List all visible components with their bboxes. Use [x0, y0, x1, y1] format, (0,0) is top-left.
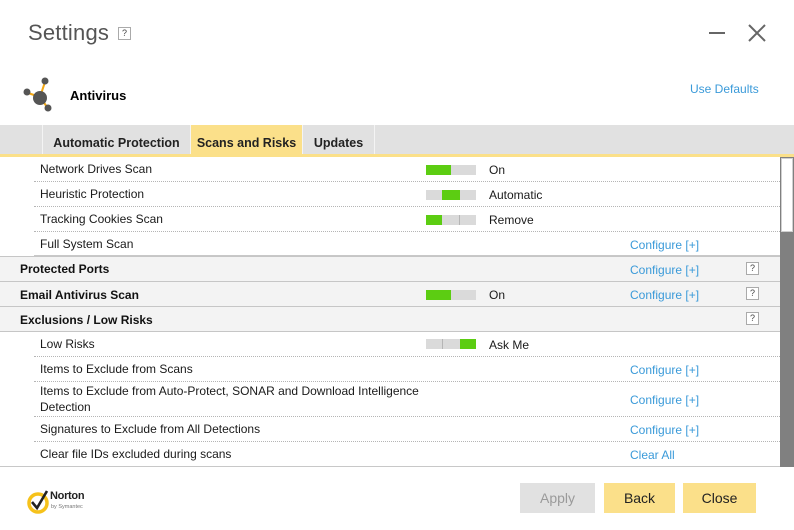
close-window-button[interactable]: [746, 22, 768, 44]
settings-list: Network Drives Scan On Heuristic Protect…: [0, 157, 780, 467]
section-label: Email Antivirus Scan: [20, 288, 139, 302]
tab-scans-and-risks[interactable]: Scans and Risks: [190, 125, 302, 154]
full-system-scan-configure-link[interactable]: Configure [+]: [630, 237, 699, 253]
low-risks-toggle[interactable]: [426, 339, 476, 349]
setting-row-tracking-cookies-scan: Tracking Cookies Scan Remove: [0, 207, 780, 232]
settings-help-button[interactable]: ?: [118, 27, 131, 40]
toggle-tick: [442, 339, 443, 349]
setting-row-items-exclude-scans: Items to Exclude from Scans Configure [+…: [0, 357, 780, 382]
setting-label: Signatures to Exclude from All Detection…: [40, 422, 261, 436]
close-icon: [748, 24, 766, 42]
norton-logo: Norton by Symantec: [27, 487, 107, 515]
toggle-tick: [459, 215, 460, 225]
setting-label: Items to Exclude from Scans: [40, 362, 193, 376]
email-antivirus-scan-toggle[interactable]: [426, 290, 476, 300]
exclusions-help-button[interactable]: ?: [746, 312, 759, 325]
tracking-cookies-scan-toggle[interactable]: [426, 215, 476, 225]
toggle-fill: [442, 190, 460, 200]
setting-label: Full System Scan: [40, 237, 134, 251]
norton-brand: Norton: [50, 490, 85, 502]
setting-label: Low Risks: [40, 337, 95, 351]
section-row-protected-ports: Protected Ports Configure [+] ?: [0, 256, 780, 281]
items-exclude-scans-configure-link[interactable]: Configure [+]: [630, 362, 699, 378]
setting-label: Clear file IDs excluded during scans: [40, 447, 232, 461]
setting-row-signatures-exclude: Signatures to Exclude from All Detection…: [0, 417, 780, 442]
network-drives-scan-toggle[interactable]: [426, 165, 476, 175]
norton-brand-sub: by Symantec: [51, 504, 83, 510]
setting-row-clear-file-ids: Clear file IDs excluded during scans Cle…: [0, 442, 780, 467]
setting-label: Network Drives Scan: [40, 162, 153, 176]
setting-state: On: [489, 163, 506, 177]
toggle-fill: [460, 339, 476, 349]
setting-label: Items to Exclude from Auto-Protect, SONA…: [40, 384, 419, 414]
clear-all-link[interactable]: Clear All: [630, 447, 675, 463]
window-title: Settings: [28, 20, 110, 45]
setting-state: Remove: [489, 213, 534, 227]
signatures-exclude-configure-link[interactable]: Configure [+]: [630, 422, 699, 438]
tab-bar: Automatic Protection Scans and Risks Upd…: [0, 125, 794, 157]
section-title: Antivirus: [70, 88, 127, 103]
use-defaults-link[interactable]: Use Defaults: [690, 82, 759, 96]
setting-state: Ask Me: [489, 338, 530, 352]
setting-row-full-system-scan: Full System Scan Configure [+]: [0, 232, 780, 256]
content-bottom-divider: [0, 466, 780, 467]
email-antivirus-help-button[interactable]: ?: [746, 287, 759, 300]
setting-row-low-risks: Low Risks Ask Me: [0, 332, 780, 357]
antivirus-molecule-icon: [23, 77, 52, 112]
toggle-fill: [426, 215, 442, 225]
tab-divider: [374, 125, 375, 154]
tab-updates[interactable]: Updates: [302, 125, 374, 154]
section-label: Protected Ports: [20, 262, 110, 276]
minimize-icon: [709, 32, 725, 34]
email-antivirus-configure-link[interactable]: Configure [+]: [630, 287, 699, 303]
protected-ports-configure-link[interactable]: Configure [+]: [630, 262, 699, 278]
heuristic-protection-toggle[interactable]: [426, 190, 476, 200]
section-row-email-antivirus-scan: Email Antivirus Scan On Configure [+] ?: [0, 281, 780, 306]
apply-button[interactable]: Apply: [520, 483, 595, 513]
protected-ports-help-button[interactable]: ?: [746, 262, 759, 275]
setting-label: Tracking Cookies Scan: [40, 212, 163, 226]
setting-label: Heuristic Protection: [40, 187, 145, 201]
setting-row-network-drives-scan: Network Drives Scan On: [0, 157, 780, 182]
setting-state: On: [489, 288, 506, 302]
minimize-button[interactable]: [704, 22, 730, 44]
tab-automatic-protection[interactable]: Automatic Protection: [42, 125, 190, 154]
section-row-exclusions-low-risks: Exclusions / Low Risks ?: [0, 306, 780, 332]
setting-state: Automatic: [489, 188, 543, 202]
setting-row-items-exclude-auto-protect: Items to Exclude from Auto-Protect, SONA…: [0, 382, 780, 417]
toggle-fill: [426, 165, 451, 175]
section-label: Exclusions / Low Risks: [20, 313, 153, 327]
setting-row-heuristic-protection: Heuristic Protection Automatic: [0, 182, 780, 207]
close-button[interactable]: Close: [683, 483, 756, 513]
norton-check-icon: [27, 490, 49, 514]
scrollbar-thumb[interactable]: [781, 158, 793, 232]
back-button[interactable]: Back: [604, 483, 675, 513]
items-exclude-auto-protect-configure-link[interactable]: Configure [+]: [630, 392, 699, 408]
vertical-scrollbar[interactable]: [780, 157, 794, 467]
toggle-fill: [426, 290, 451, 300]
